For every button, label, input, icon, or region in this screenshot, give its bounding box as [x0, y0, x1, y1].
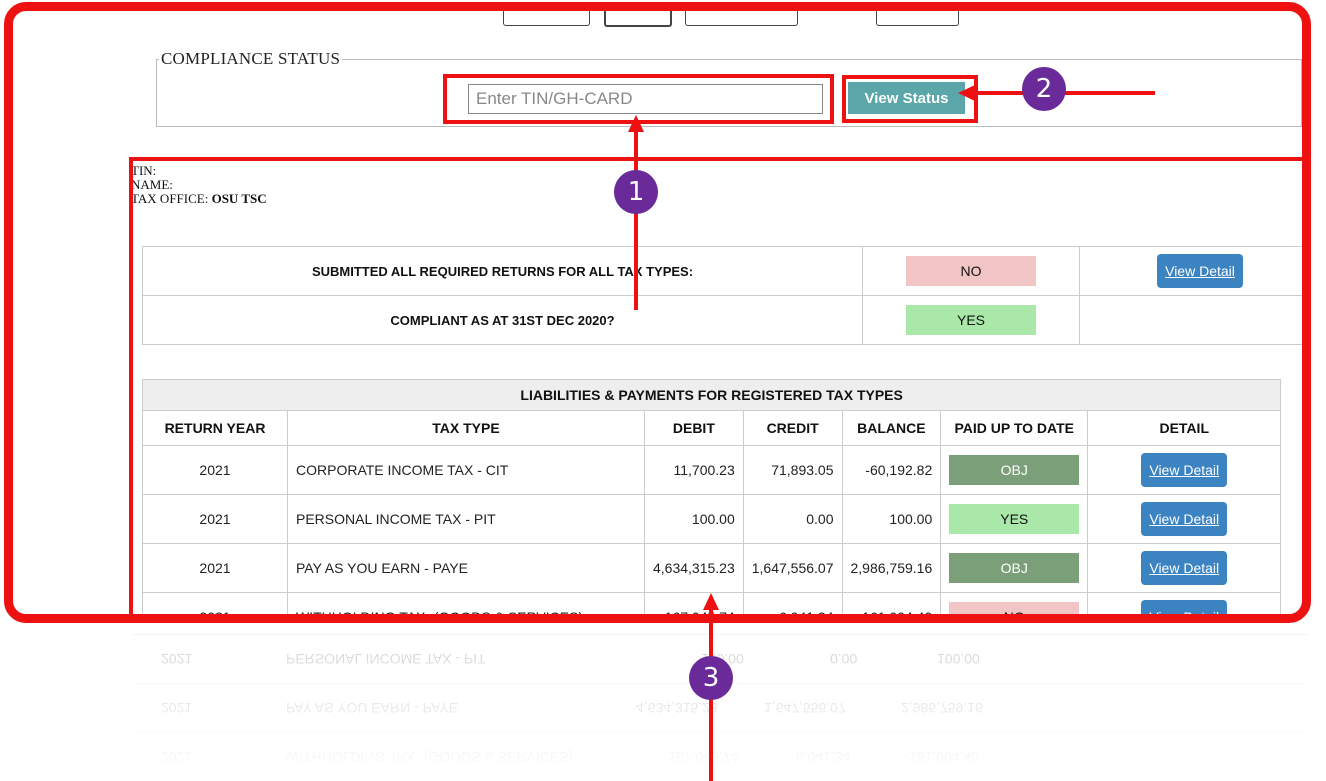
taxpayer-info: TIN: NAME: TAX OFFICE: OSU TSC — [131, 164, 267, 206]
table-caption-row: LIABILITIES & PAYMENTS FOR REGISTERED TA… — [141, 379, 1282, 411]
compliance-summary-table: SUBMITTED ALL REQUIRED RETURNS FOR ALL T… — [142, 246, 1302, 345]
column-header: CREDIT — [742, 410, 843, 446]
top-nav-button[interactable] — [685, 11, 798, 26]
screenshot-frame: COMPLIANCE STATUS View Status TIN: NAME:… — [4, 2, 1311, 623]
reflection-credit: 6,041.34 — [796, 749, 851, 765]
return-year-cell: 2021 — [142, 445, 288, 495]
reflection-balance: 2,986,759.16 — [901, 700, 983, 716]
return-year-cell: 2021 — [142, 592, 288, 614]
debit-cell: 167,045.74 — [644, 592, 744, 614]
summary-answer-cell: YES — [862, 295, 1080, 345]
tax-office-value: OSU TSC — [211, 191, 267, 206]
column-header: DETAIL — [1087, 410, 1282, 446]
status-badge: NO — [906, 256, 1036, 286]
balance-cell: 161,004.40 — [841, 592, 942, 614]
credit-cell: 6,041.34 — [742, 592, 843, 614]
return-year-cell: 2021 — [142, 494, 288, 544]
column-header: BALANCE — [841, 410, 942, 446]
view-detail-button[interactable]: View Detail — [1141, 600, 1228, 614]
summary-row: SUBMITTED ALL REQUIRED RETURNS FOR ALL T… — [142, 246, 1302, 296]
paid-up-to-date-cell: NO — [940, 592, 1089, 614]
debit-cell: 11,700.23 — [644, 445, 744, 495]
detail-cell: View Detail — [1087, 543, 1282, 593]
tax-office-label: TAX OFFICE: — [131, 191, 209, 206]
tin-input[interactable] — [468, 84, 823, 114]
status-badge: YES — [949, 504, 1080, 534]
tax-office-line: TAX OFFICE: OSU TSC — [131, 192, 267, 206]
reflection-tax-type: WITHHOLDING TAX -(GOODS & SERVICES) — [286, 749, 574, 765]
credit-cell: 0.00 — [742, 494, 843, 544]
summary-answer-cell: NO — [862, 246, 1080, 296]
status-badge: OBJ — [949, 455, 1080, 485]
detail-cell: View Detail — [1087, 445, 1282, 495]
balance-cell: -60,192.82 — [841, 445, 942, 495]
view-detail-button[interactable]: View Detail — [1141, 502, 1228, 536]
credit-cell: 1,647,556.07 — [742, 543, 843, 593]
reflection-year: 2021 — [161, 749, 193, 765]
reflection-credit: 1,647,556.07 — [764, 700, 846, 716]
column-header: PAID UP TO DATE — [940, 410, 1089, 446]
table-header-row: RETURN YEAR TAX TYPE DEBIT CREDIT BALANC… — [142, 410, 1282, 446]
summary-detail-cell — [1079, 295, 1302, 345]
balance-cell: 2,986,759.16 — [841, 543, 942, 593]
detail-cell: View Detail — [1087, 592, 1282, 614]
paid-up-to-date-cell: OBJ — [940, 543, 1089, 593]
status-badge: OBJ — [949, 553, 1080, 583]
table-row: 2021 PERSONAL INCOME TAX - PIT 100.00 0.… — [142, 494, 1282, 544]
tax-type-cell: PAY AS YOU EARN - PAYE — [287, 543, 645, 593]
tin-label: TIN: — [131, 163, 157, 178]
credit-cell: 71,893.05 — [742, 445, 843, 495]
view-detail-button[interactable]: View Detail — [1157, 254, 1243, 288]
top-nav-button[interactable] — [876, 11, 959, 26]
status-badge: NO — [949, 602, 1080, 614]
liabilities-table: LIABILITIES & PAYMENTS FOR REGISTERED TA… — [141, 379, 1282, 614]
table-reflection: 2021 WITHHOLDING TAX -(GOODS & SERVICES)… — [133, 628, 1308, 781]
column-header: RETURN YEAR — [142, 410, 288, 446]
callout-badge-1: 1 — [614, 170, 658, 214]
liabilities-caption: LIABILITIES & PAYMENTS FOR REGISTERED TA… — [141, 379, 1282, 411]
view-detail-button[interactable]: View Detail — [1141, 453, 1228, 487]
table-row: 2021 CORPORATE INCOME TAX - CIT 11,700.2… — [142, 445, 1282, 495]
reflection-row: 2021 WITHHOLDING TAX -(GOODS & SERVICES)… — [133, 732, 1308, 781]
reflection-tax-type: PERSONAL INCOME TAX - PIT — [286, 651, 486, 667]
summary-row: COMPLIANT AS AT 31ST DEC 2020? YES — [142, 295, 1302, 345]
column-header: TAX TYPE — [287, 410, 645, 446]
status-badge: YES — [906, 305, 1036, 335]
tax-type-cell: PERSONAL INCOME TAX - PIT — [287, 494, 645, 544]
debit-cell: 100.00 — [644, 494, 744, 544]
paid-up-to-date-cell: OBJ — [940, 445, 1089, 495]
tax-type-cell: CORPORATE INCOME TAX - CIT — [287, 445, 645, 495]
reflection-tax-type: PAY AS YOU EARN - PAYE — [286, 700, 458, 716]
column-header: DEBIT — [644, 410, 744, 446]
summary-question: SUBMITTED ALL REQUIRED RETURNS FOR ALL T… — [142, 246, 863, 296]
paid-up-to-date-cell: YES — [940, 494, 1089, 544]
table-row: 2021 WITHHOLDING TAX -(GOODS & SERVICES)… — [142, 592, 1282, 614]
reflection-year: 2021 — [161, 651, 193, 667]
page-content: COMPLIANCE STATUS View Status TIN: NAME:… — [13, 11, 1302, 614]
top-nav-button[interactable] — [604, 11, 672, 27]
view-detail-button[interactable]: View Detail — [1141, 551, 1228, 585]
reflection-debit: 4,634,315.23 — [636, 700, 718, 716]
tax-type-cell: WITHHOLDING TAX -(GOODS & SERVICES) — [287, 592, 645, 614]
callout-badge-3: 3 — [689, 656, 733, 700]
debit-cell: 4,634,315.23 — [644, 543, 744, 593]
reflection-balance: 100.00 — [937, 651, 980, 667]
reflection-debit: 167,045.74 — [668, 749, 739, 765]
compliance-status-legend: COMPLIANCE STATUS — [161, 49, 341, 68]
name-label: NAME: — [131, 177, 173, 192]
table-row: 2021 PAY AS YOU EARN - PAYE 4,634,315.23… — [142, 543, 1282, 593]
balance-cell: 100.00 — [841, 494, 942, 544]
top-nav-button[interactable] — [503, 11, 590, 26]
reflection-balance: 161,004.40 — [909, 749, 980, 765]
view-status-button[interactable]: View Status — [848, 82, 965, 114]
reflection-year: 2021 — [161, 700, 193, 716]
summary-question: COMPLIANT AS AT 31ST DEC 2020? — [142, 295, 863, 345]
callout-badge-2: 2 — [1022, 67, 1066, 111]
reflection-credit: 0.00 — [830, 651, 858, 667]
return-year-cell: 2021 — [142, 543, 288, 593]
detail-cell: View Detail — [1087, 494, 1282, 544]
summary-detail-cell: View Detail — [1079, 246, 1302, 296]
